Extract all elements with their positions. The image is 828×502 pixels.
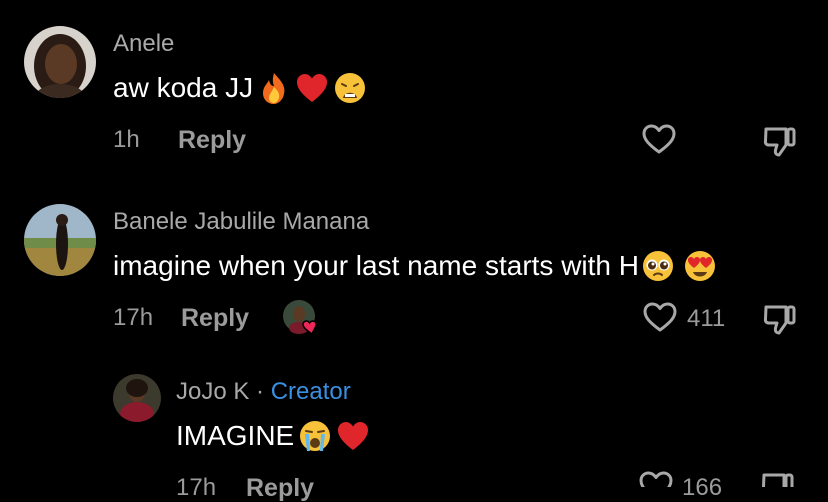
separator-dot: · [256,378,265,405]
comment-time: 1h [113,126,140,153]
loudly-crying-face-emoji-icon [298,419,332,453]
red-heart-emoji-icon [295,71,329,105]
dislike-icon[interactable] [762,124,798,158]
avatar-banele[interactable] [24,204,96,276]
reply-author-line: JoJo K · Creator [176,378,351,406]
pleading-face-emoji-icon [641,249,675,283]
creator-badge: Creator [270,378,351,405]
reply-text-content: IMAGINE [176,420,295,451]
reply-author[interactable]: JoJo K [176,378,249,405]
avatar-jojo-k[interactable] [113,374,161,422]
like-heart-icon[interactable] [642,301,678,333]
weary-face-emoji-icon [333,71,367,105]
dislike-icon[interactable] [762,302,798,336]
avatar-anele[interactable] [24,26,96,98]
like-heart-icon[interactable] [641,123,677,155]
reply-button[interactable]: Reply [246,474,314,502]
reply-text: IMAGINE [176,419,370,453]
reply-button[interactable]: Reply [178,126,246,154]
comment-author[interactable]: Anele [113,30,174,58]
comment-time: 17h [113,304,154,331]
comment-text: aw koda JJ [113,71,367,105]
like-count: 411 [687,305,726,332]
comment-author[interactable]: Banele Jabulile Manana [113,208,369,236]
comment-text: imagine when your last name starts with … [113,249,717,283]
comment-text-content: imagine when your last name starts with … [113,250,639,281]
like-heart-icon[interactable] [638,470,674,487]
like-count: 166 [682,474,723,501]
fire-emoji-icon [257,71,291,105]
creator-liked-avatar [283,300,317,336]
reply-time: 17h [176,474,217,501]
dislike-icon[interactable] [760,470,796,487]
comment-text-content: aw koda JJ [113,72,254,103]
red-heart-emoji-icon [336,419,370,453]
reply-button[interactable]: Reply [181,304,249,332]
heart-eyes-emoji-icon [683,249,717,283]
